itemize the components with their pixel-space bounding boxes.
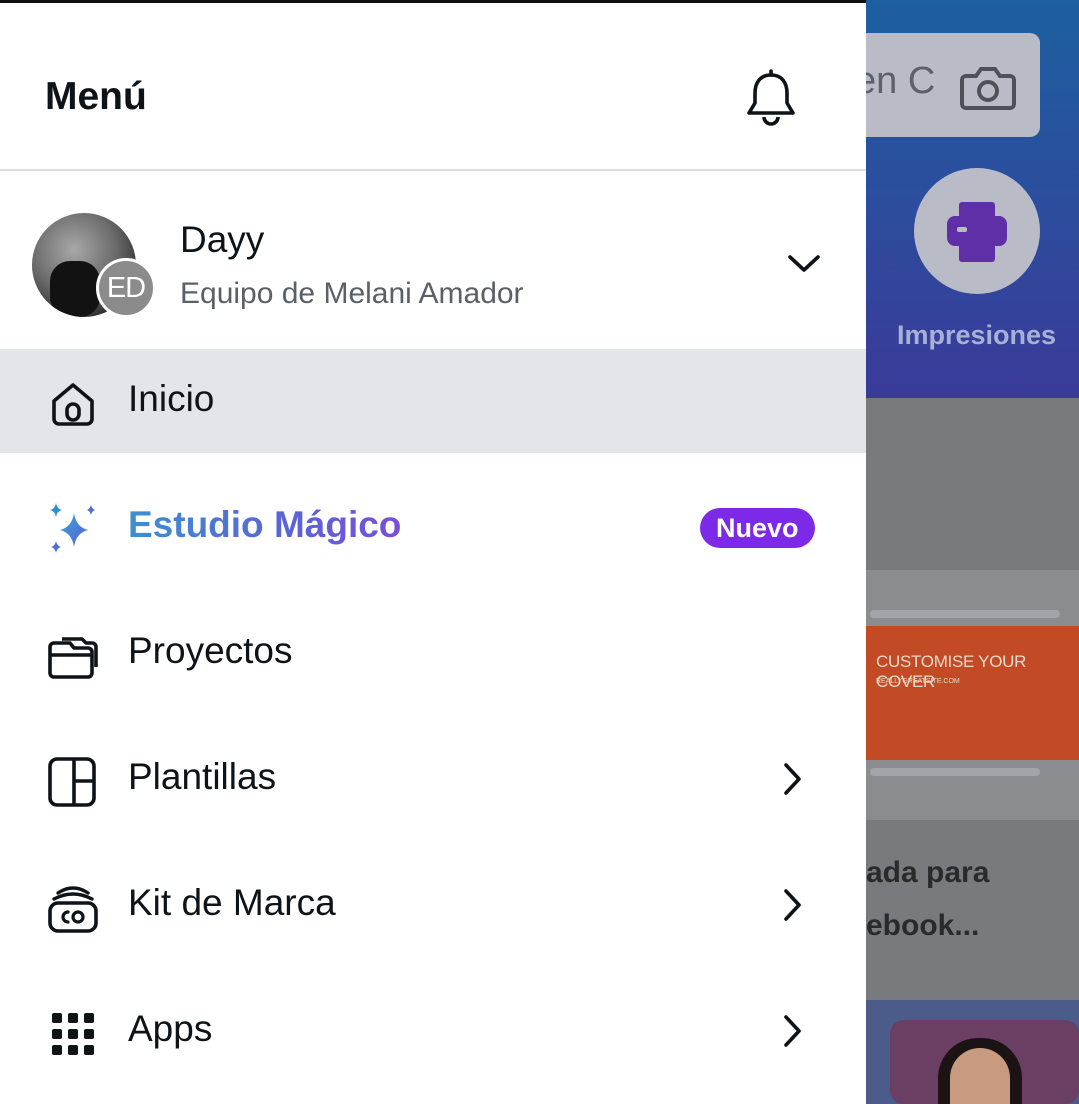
chevron-right-icon (784, 889, 801, 921)
nav-item-label: Estudio Mágico (128, 504, 402, 545)
folder-icon (48, 637, 98, 679)
chevron-right-icon (784, 763, 801, 795)
profile-team: Equipo de Melani Amador (180, 277, 524, 310)
chevron-down-icon[interactable] (784, 249, 824, 277)
apps-grid-icon (52, 1013, 94, 1055)
brand-kit-icon (48, 886, 98, 933)
new-badge: Nuevo (700, 508, 815, 548)
nav-item-apps[interactable]: Apps (0, 979, 866, 1083)
background-card-subtitle: REALLYGREATSITE.COM (876, 678, 960, 685)
nav-item-label: Inicio (128, 378, 215, 419)
nav-item-plantillas[interactable]: Plantillas (0, 727, 866, 831)
background-caption-line: ada para (866, 856, 990, 889)
nav-item-label: Kit de Marca (128, 882, 336, 923)
templates-icon (48, 757, 96, 807)
background-card-title: CUSTOMISE YOUR COVER (876, 652, 1027, 691)
printer-icon (947, 202, 1007, 262)
nav-item-kit-de-marca[interactable]: Kit de Marca (0, 853, 866, 957)
chevron-right-icon (784, 1015, 801, 1047)
nav-item-inicio[interactable]: Inicio (0, 349, 866, 453)
background-caption: ada para ebook... (866, 846, 989, 952)
nav-item-label: Proyectos (128, 630, 293, 671)
background-card-cover (866, 626, 1079, 760)
drawer-header: Menú (0, 3, 866, 171)
bell-icon[interactable] (744, 69, 798, 127)
background-card-line (870, 768, 1040, 776)
menu-title: Menú (45, 75, 147, 118)
background-caption-line: ebook... (866, 909, 980, 942)
nav-item-label: Plantillas (128, 756, 277, 797)
background-print-label: Impresiones (897, 320, 1057, 350)
nav-item-label: Apps (128, 1008, 213, 1049)
avatar-photo-detail (50, 261, 100, 317)
home-icon (52, 383, 94, 426)
sparkles-icon (50, 503, 95, 553)
account-switcher[interactable]: ED Dayy Equipo de Melani Amador (0, 171, 866, 349)
background-search-text: en C (855, 60, 936, 102)
thumbnail-face (950, 1048, 1010, 1104)
team-initials-badge: ED (96, 258, 156, 318)
background-thumbnail (890, 1020, 1079, 1104)
camera-icon (960, 67, 1016, 110)
background-card-line (870, 610, 1060, 618)
nav-item-estudio-magico[interactable]: Estudio Mágico Nuevo (0, 475, 866, 579)
profile-name: Dayy (180, 219, 265, 260)
nav-item-proyectos[interactable]: Proyectos (0, 601, 866, 705)
navigation-drawer: Menú ED Dayy Equipo de Melani Amador Ini… (0, 0, 866, 1104)
